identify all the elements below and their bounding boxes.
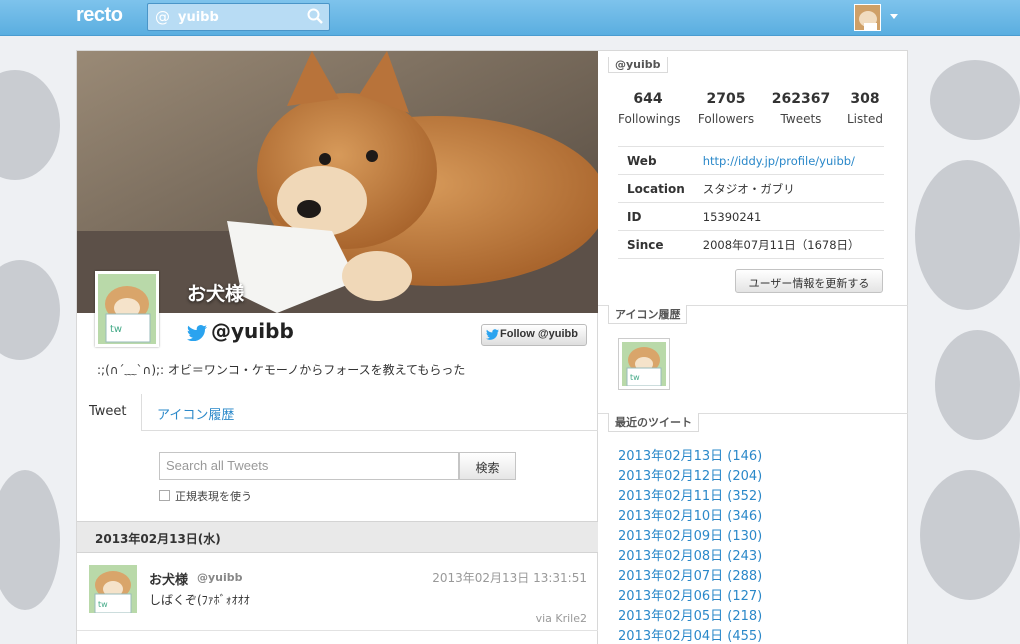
info-row: Web http://iddy.jp/profile/yuibb/ bbox=[618, 146, 884, 175]
tweet-timestamp[interactable]: 2013年02月13日 13:31:51 bbox=[432, 569, 587, 586]
twitter-bird-icon bbox=[187, 325, 207, 341]
top-bar: recto @ bbox=[0, 0, 1020, 36]
profile-sidebar: @yuibb 644 Followings 2705 Followers 262… bbox=[598, 50, 908, 644]
paw-decoration bbox=[920, 470, 1020, 600]
recent-day-link[interactable]: 2013年02月12日 (204) bbox=[618, 467, 762, 487]
at-sign-icon: @ bbox=[155, 8, 170, 26]
account-avatar[interactable] bbox=[854, 4, 881, 31]
info-key: Location bbox=[618, 174, 694, 203]
profile-tabs: Tweet アイコン履歴 bbox=[77, 394, 599, 431]
search-icon[interactable] bbox=[306, 7, 324, 25]
tweet-text: しばくぞ(ﾌｧﾎﾞｫｵｵｵ bbox=[149, 593, 250, 607]
recent-tweets-list: 2013年02月13日 (146) 2013年02月12日 (204) 2013… bbox=[618, 447, 762, 644]
regex-label: 正規表現を使う bbox=[175, 490, 252, 503]
stat-listed-count: 308 bbox=[850, 91, 880, 107]
cover-display-name: お犬様 bbox=[187, 283, 245, 305]
profile-handle: @yuibb bbox=[211, 319, 294, 343]
info-key: Web bbox=[618, 146, 694, 175]
tweet-search-button[interactable]: 検索 bbox=[459, 452, 516, 480]
recent-day-link[interactable]: 2013年02月05日 (218) bbox=[618, 607, 762, 627]
stat-listed-label: Listed bbox=[847, 112, 883, 126]
profile-bio: :;(∩´﹏`∩);: オビ＝ワンコ・ケモーノからフォースを教えてもらった bbox=[97, 363, 466, 377]
paw-decoration bbox=[930, 60, 1020, 140]
tab-icon-history[interactable]: アイコン履歴 bbox=[145, 394, 246, 431]
info-key: ID bbox=[618, 202, 694, 231]
web-link[interactable]: http://iddy.jp/profile/yuibb/ bbox=[703, 154, 855, 168]
stat-followings[interactable]: 644 Followings bbox=[618, 91, 681, 126]
paw-decoration bbox=[0, 70, 60, 180]
regex-option[interactable]: 正規表現を使う bbox=[159, 488, 252, 504]
follow-button-label: Follow @yuibb bbox=[500, 328, 578, 340]
profile-avatar[interactable]: tw bbox=[95, 271, 159, 347]
info-row: Since 2008年07月11日（1678日） bbox=[618, 230, 884, 259]
profile-main: tw お犬様 @yuibb Follow @yuibb :;(∩´﹏`∩);: … bbox=[76, 50, 599, 644]
profile-handle-row: @yuibb bbox=[187, 319, 294, 343]
update-user-info-button[interactable]: ユーザー情報を更新する bbox=[735, 269, 883, 293]
info-row: Location スタジオ・ガブリ bbox=[618, 174, 884, 203]
recent-day-link[interactable]: 2013年02月10日 (346) bbox=[618, 507, 762, 527]
timeline-date-header: 2013年02月13日(水) bbox=[77, 521, 599, 553]
stat-tweets[interactable]: 262367 Tweets bbox=[768, 91, 834, 126]
tweet-author-name[interactable]: お犬様 bbox=[149, 569, 188, 588]
recent-day-link[interactable]: 2013年02月08日 (243) bbox=[618, 547, 762, 567]
info-value: 2008年07月11日（1678日） bbox=[693, 230, 884, 259]
paw-decoration bbox=[915, 160, 1020, 310]
recent-day-link[interactable]: 2013年02月04日 (455) bbox=[618, 627, 762, 644]
stat-followings-label: Followings bbox=[618, 112, 681, 126]
stat-tweets-count: 262367 bbox=[771, 91, 831, 107]
regex-checkbox[interactable] bbox=[159, 490, 170, 501]
icon-history-label: アイコン履歴 bbox=[608, 305, 688, 324]
info-key: Since bbox=[618, 230, 694, 259]
recent-tweets-label: 最近のツイート bbox=[608, 413, 699, 432]
stat-listed[interactable]: 308 Listed bbox=[842, 91, 888, 126]
user-info-table: Web http://iddy.jp/profile/yuibb/ Locati… bbox=[618, 146, 884, 259]
paw-decoration bbox=[935, 330, 1020, 440]
recent-day-link[interactable]: 2013年02月07日 (288) bbox=[618, 567, 762, 587]
paw-decoration bbox=[0, 470, 60, 610]
tab-tweet[interactable]: Tweet bbox=[77, 394, 142, 431]
recent-day-link[interactable]: 2013年02月06日 (127) bbox=[618, 587, 762, 607]
stat-followers-count: 2705 bbox=[706, 91, 746, 107]
svg-text:tw: tw bbox=[110, 324, 122, 335]
svg-text:tw: tw bbox=[98, 600, 108, 609]
twitter-bird-icon bbox=[486, 329, 499, 340]
paw-decoration bbox=[0, 260, 60, 360]
recent-day-link[interactable]: 2013年02月11日 (352) bbox=[618, 487, 762, 507]
icon-history-item[interactable]: tw bbox=[618, 338, 670, 390]
info-value: スタジオ・ガブリ bbox=[693, 174, 884, 203]
tweet-via: via Krile2 bbox=[535, 612, 587, 625]
tweet-item[interactable]: tw お犬様 @yuibb 2013年02月13日 13:31:51 しばくぞ(… bbox=[77, 553, 599, 631]
chevron-down-icon[interactable] bbox=[890, 14, 898, 19]
tweet-search-input[interactable]: Search all Tweets bbox=[159, 452, 459, 480]
info-row: ID 15390241 bbox=[618, 202, 884, 231]
tweet-avatar[interactable]: tw bbox=[89, 565, 137, 613]
sidebar-user-label: @yuibb bbox=[608, 57, 668, 73]
stat-followers[interactable]: 2705 Followers bbox=[696, 91, 756, 126]
svg-text:tw: tw bbox=[630, 373, 640, 382]
info-value: 15390241 bbox=[693, 202, 884, 231]
recent-day-link[interactable]: 2013年02月13日 (146) bbox=[618, 447, 762, 467]
stat-tweets-label: Tweets bbox=[780, 112, 822, 126]
user-search-box[interactable]: @ bbox=[147, 3, 330, 31]
stat-followings-count: 644 bbox=[633, 91, 663, 107]
app-logo[interactable]: recto bbox=[76, 4, 123, 27]
recent-day-link[interactable]: 2013年02月09日 (130) bbox=[618, 527, 762, 547]
tweet-author-handle[interactable]: @yuibb bbox=[197, 571, 243, 584]
follow-button[interactable]: Follow @yuibb bbox=[481, 324, 587, 346]
user-search-input[interactable] bbox=[178, 8, 298, 26]
stat-followers-label: Followers bbox=[697, 112, 755, 126]
